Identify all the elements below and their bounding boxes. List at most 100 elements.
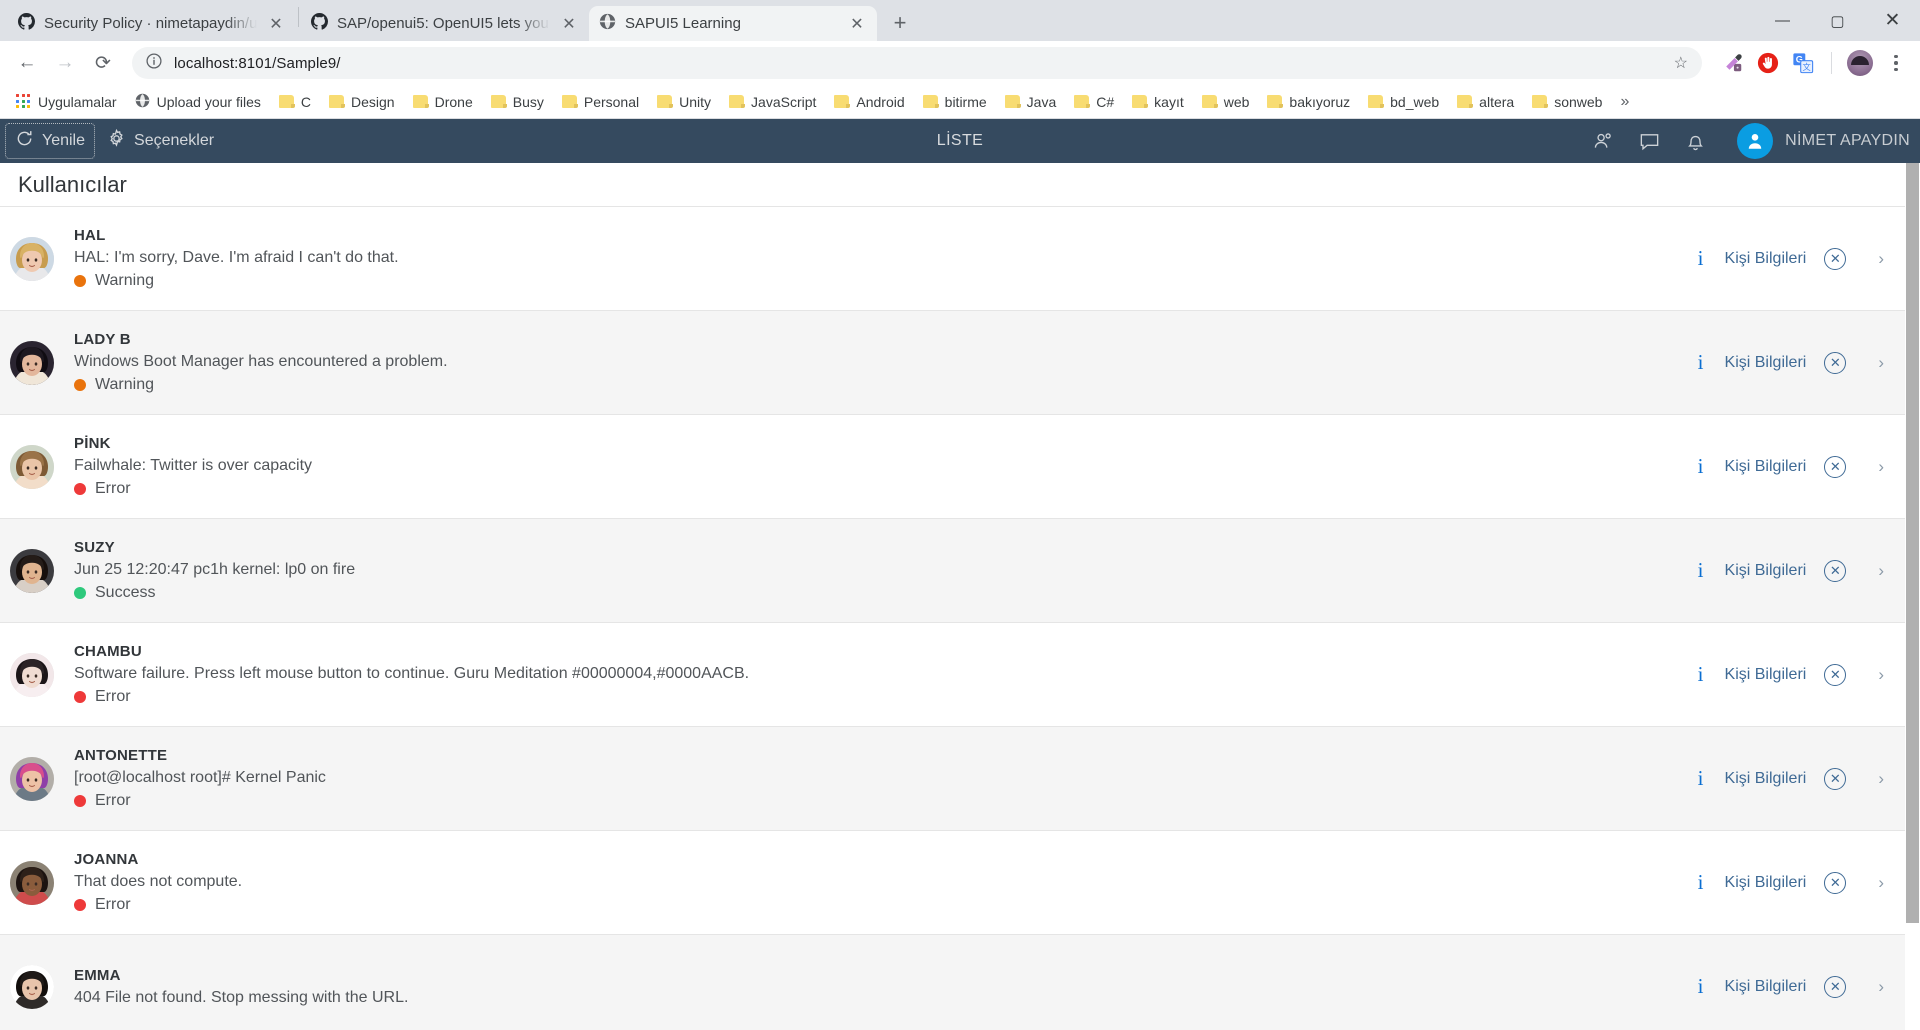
browser-tab-2[interactable]: SAP/openui5: OpenUI5 lets you b ✕	[301, 6, 589, 41]
chevron-right-icon[interactable]: ›	[1878, 561, 1884, 581]
status-label: Error	[95, 792, 131, 809]
bookmark-upload-your-files[interactable]: Upload your files	[127, 89, 269, 115]
bookmark-kayit[interactable]: kayıt	[1124, 90, 1192, 114]
table-row[interactable]: PİNK Failwhale: Twitter is over capacity…	[0, 415, 1906, 519]
bookmark-design[interactable]: Design	[321, 90, 403, 114]
bookmark-android[interactable]: Android	[826, 90, 912, 114]
contact-info-link[interactable]: Kişi Bilgileri	[1725, 874, 1807, 892]
bookmark-drone[interactable]: Drone	[405, 90, 481, 114]
bookmark-unity[interactable]: Unity	[649, 90, 719, 114]
circle-x-icon[interactable]: ✕	[1824, 871, 1847, 894]
circle-x-icon[interactable]: ✕	[1824, 975, 1847, 998]
adblock-icon[interactable]	[1755, 50, 1781, 76]
globe-icon	[135, 93, 150, 111]
app-shell-bar: Yenile Seçenekler LİSTE NİMET APAYDIN	[0, 119, 1920, 163]
browser-tab-1[interactable]: Security Policy · nimetapaydin/ui5 ✕	[8, 6, 296, 41]
info-circle-icon[interactable]	[146, 52, 162, 74]
close-icon[interactable]: ✕	[847, 14, 867, 34]
table-row[interactable]: CHAMBU Software failure. Press left mous…	[0, 623, 1906, 727]
chevron-right-icon[interactable]: ›	[1878, 353, 1884, 373]
table-row[interactable]: HAL HAL: I'm sorry, Dave. I'm afraid I c…	[0, 207, 1906, 311]
table-row[interactable]: JOANNA That does not compute. Error i Ki…	[0, 831, 1906, 935]
info-icon[interactable]: i	[1695, 558, 1707, 583]
bookmark-bitirme[interactable]: bitirme	[915, 90, 995, 114]
address-bar[interactable]: localhost:8101/Sample9/ ☆	[132, 47, 1702, 79]
bookmark-apps[interactable]: Uygulamalar	[8, 90, 125, 114]
chat-icon[interactable]	[1637, 129, 1661, 153]
bookmark-bd-web[interactable]: bd_web	[1360, 90, 1447, 114]
info-icon[interactable]: i	[1695, 246, 1707, 271]
close-window-button[interactable]: ✕	[1865, 0, 1920, 41]
eyedropper-icon[interactable]	[1720, 50, 1746, 76]
forward-button[interactable]: →	[48, 46, 82, 80]
chevron-right-icon[interactable]: ›	[1878, 457, 1884, 477]
chevron-right-icon[interactable]: ›	[1878, 665, 1884, 685]
info-icon[interactable]: i	[1695, 870, 1707, 895]
chevron-right-icon[interactable]: ›	[1878, 977, 1884, 997]
scrollbar-thumb[interactable]	[1906, 163, 1919, 923]
bookmark-altera[interactable]: altera	[1449, 90, 1522, 114]
close-icon[interactable]: ✕	[559, 14, 579, 34]
table-row[interactable]: EMMA 404 File not found. Stop messing wi…	[0, 935, 1906, 1030]
contact-info-link[interactable]: Kişi Bilgileri	[1725, 250, 1807, 268]
chevron-right-icon[interactable]: ›	[1878, 769, 1884, 789]
contact-info-link[interactable]: Kişi Bilgileri	[1725, 562, 1807, 580]
close-icon[interactable]: ✕	[266, 14, 286, 34]
bookmarks-overflow-button[interactable]: »	[1612, 93, 1637, 111]
user-description: Windows Boot Manager has encountered a p…	[74, 353, 448, 370]
contact-info-link[interactable]: Kişi Bilgileri	[1725, 770, 1807, 788]
page-scrollbar[interactable]	[1905, 163, 1920, 1030]
maximize-button[interactable]: ▢	[1810, 0, 1865, 41]
contact-info-link[interactable]: Kişi Bilgileri	[1725, 354, 1807, 372]
chevron-right-icon[interactable]: ›	[1878, 249, 1884, 269]
contact-info-link[interactable]: Kişi Bilgileri	[1725, 978, 1807, 996]
github-icon	[18, 13, 35, 34]
info-icon[interactable]: i	[1695, 974, 1707, 999]
circle-x-icon[interactable]: ✕	[1824, 351, 1847, 374]
new-tab-button[interactable]: +	[883, 6, 917, 40]
window-controls: — ▢ ✕	[1755, 0, 1920, 41]
table-row[interactable]: LADY B Windows Boot Manager has encounte…	[0, 311, 1906, 415]
options-label: Seçenekler	[134, 132, 215, 149]
bookmark-personal[interactable]: Personal	[554, 90, 647, 114]
table-row[interactable]: ANTONETTE [root@localhost root]# Kernel …	[0, 727, 1906, 831]
google-translate-icon[interactable]: G 文	[1790, 50, 1816, 76]
bookmark-sonweb[interactable]: sonweb	[1524, 90, 1610, 114]
list-scroll-container[interactable]: HAL HAL: I'm sorry, Dave. I'm afraid I c…	[0, 207, 1920, 1030]
kebab-menu-icon[interactable]	[1882, 49, 1910, 77]
chevron-right-icon[interactable]: ›	[1878, 873, 1884, 893]
user-avatar[interactable]	[1737, 123, 1774, 159]
circle-x-icon[interactable]: ✕	[1824, 767, 1847, 790]
refresh-button[interactable]: Yenile	[4, 123, 96, 159]
bookmark-c[interactable]: C	[271, 90, 319, 114]
browser-tab-3[interactable]: SAPUI5 Learning ✕	[589, 6, 877, 41]
bookmark-busy[interactable]: Busy	[483, 90, 552, 114]
bookmark-javascript[interactable]: JavaScript	[721, 90, 824, 114]
contact-info-link[interactable]: Kişi Bilgileri	[1725, 458, 1807, 476]
circle-x-icon[interactable]: ✕	[1824, 455, 1847, 478]
info-icon[interactable]: i	[1695, 350, 1707, 375]
contact-info-link[interactable]: Kişi Bilgileri	[1725, 666, 1807, 684]
info-icon[interactable]: i	[1695, 454, 1707, 479]
circle-x-icon[interactable]: ✕	[1824, 247, 1847, 270]
reload-button[interactable]: ⟳	[86, 46, 120, 80]
url-text: localhost:8101/Sample9/	[174, 54, 341, 72]
options-button[interactable]: Seçenekler	[98, 124, 223, 158]
bookmark-java[interactable]: Java	[997, 90, 1065, 114]
bookmark-web[interactable]: web	[1194, 90, 1258, 114]
bell-icon[interactable]	[1683, 129, 1707, 153]
star-icon[interactable]: ☆	[1674, 53, 1688, 73]
minimize-button[interactable]: —	[1755, 0, 1810, 41]
circle-x-icon[interactable]: ✕	[1824, 663, 1847, 686]
back-button[interactable]: ←	[10, 46, 44, 80]
gear-icon	[107, 128, 126, 153]
table-row[interactable]: SUZY Jun 25 12:20:47 pc1h kernel: lp0 on…	[0, 519, 1906, 623]
bookmark-csharp[interactable]: C#	[1066, 90, 1122, 114]
avatar[interactable]	[1847, 50, 1873, 76]
info-icon[interactable]: i	[1695, 662, 1707, 687]
bookmark-bakiyoruz[interactable]: bakıyoruz	[1259, 90, 1358, 114]
people-icon[interactable]	[1591, 129, 1615, 153]
circle-x-icon[interactable]: ✕	[1824, 559, 1847, 582]
user-area[interactable]: NİMET APAYDIN	[1737, 123, 1910, 159]
info-icon[interactable]: i	[1695, 766, 1707, 791]
